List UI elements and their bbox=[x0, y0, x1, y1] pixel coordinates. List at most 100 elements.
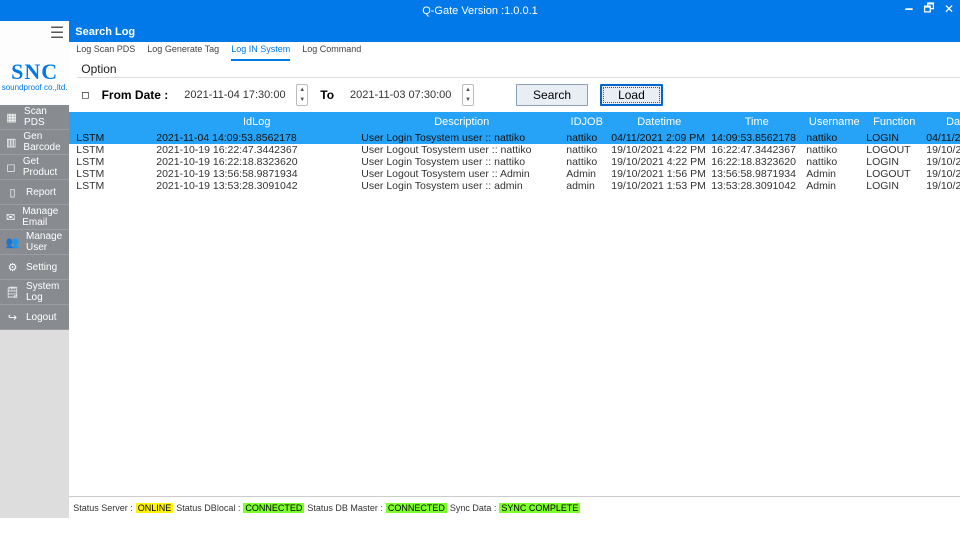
cell: 19/10/2021 1:56 PM bbox=[924, 168, 960, 180]
status-dblocal-value: CONNECTED bbox=[243, 503, 304, 513]
cell: Admin bbox=[804, 168, 864, 180]
cell: User Login Tosystem user :: nattiko bbox=[359, 156, 564, 168]
sidebar-item-report[interactable]: ▯ Report bbox=[0, 180, 69, 205]
table-body: LSTM2021-11-04 14:09:53.8562178User Logi… bbox=[69, 132, 960, 192]
cell: 2021-10-19 13:56:58.9871934 bbox=[154, 168, 359, 180]
tab-1[interactable]: Log Generate Tag bbox=[147, 44, 219, 61]
cell: LOGIN bbox=[864, 180, 924, 192]
from-date-label: From Date : bbox=[102, 88, 169, 102]
cell: LSTM bbox=[69, 180, 154, 192]
table-row[interactable]: LSTM2021-10-19 16:22:47.3442367User Logo… bbox=[69, 144, 960, 156]
cell: nattiko bbox=[564, 144, 609, 156]
status-server-value: ONLINE bbox=[136, 503, 174, 513]
sidebar-item-get-product[interactable]: ◻Get Product bbox=[0, 155, 69, 180]
cell: LOGOUT bbox=[864, 168, 924, 180]
cell: LSTM bbox=[69, 144, 154, 156]
cell: 19/10/2021 4:22 PM bbox=[609, 156, 709, 168]
gear-icon: ⚙ bbox=[6, 261, 19, 274]
status-server-label: Status Server : bbox=[73, 503, 133, 513]
cell: User Login Tosystem user :: admin bbox=[359, 180, 564, 192]
cell: 16:22:47.3442367 bbox=[709, 144, 804, 156]
col-description: Description bbox=[359, 116, 564, 128]
hamburger-icon[interactable]: ☰ bbox=[0, 21, 69, 45]
minimize-icon[interactable]: 🗕 bbox=[902, 2, 916, 16]
sidebar-item-label: System Log bbox=[26, 281, 63, 303]
sidebar-item-manage-user[interactable]: 👥 Manage User bbox=[0, 230, 69, 255]
cell: 16:22:18.8323620 bbox=[709, 156, 804, 168]
to-label: To bbox=[320, 88, 334, 102]
cell: 13:56:58.9871934 bbox=[709, 168, 804, 180]
from-date-spinner[interactable]: ▲▼ bbox=[296, 84, 308, 106]
cell: 2021-10-19 13:53:28.3091042 bbox=[154, 180, 359, 192]
brand-title: SNC bbox=[11, 59, 58, 85]
status-sync-value: SYNC COMPLETE bbox=[499, 503, 580, 513]
col-username: Username bbox=[804, 116, 864, 128]
cell: 19/10/2021 4:22 PM bbox=[924, 144, 960, 156]
close-icon[interactable]: ✕ bbox=[942, 2, 956, 16]
col-datecreate: DateCreate bbox=[924, 116, 960, 128]
table-row[interactable]: LSTM2021-10-19 16:22:18.8323620User Logi… bbox=[69, 156, 960, 168]
barcode-icon: ▥ bbox=[6, 136, 16, 149]
sidebar-item-label: Manage User bbox=[26, 231, 63, 253]
cell: Admin bbox=[564, 168, 609, 180]
col-idjob: IDJOB bbox=[564, 116, 609, 128]
sidebar-item-setting[interactable]: ⚙Setting bbox=[0, 255, 69, 280]
sidebar-item-scan-pds[interactable]: ▦Scan PDS bbox=[0, 105, 69, 130]
sidebar-item-label: Report bbox=[26, 187, 56, 198]
cell: 19/10/2021 1:53 PM bbox=[609, 180, 709, 192]
sidebar-item-manage-email[interactable]: ✉ Manage Email bbox=[0, 205, 69, 230]
col-datetime: Datetime bbox=[609, 116, 709, 128]
cell: 14:09:53.8562178 bbox=[709, 132, 804, 144]
from-date-checkbox[interactable]: ◻ bbox=[81, 90, 89, 101]
search-button[interactable]: Search bbox=[516, 84, 588, 106]
cell: admin bbox=[564, 180, 609, 192]
cell: LOGIN bbox=[864, 156, 924, 168]
cell: User Logout Tosystem user :: nattiko bbox=[359, 144, 564, 156]
app-title: Q-Gate Version :1.0.0.1 bbox=[422, 5, 538, 17]
status-dbmaster-value: CONNECTED bbox=[386, 503, 447, 513]
status-sync-label: Sync Data : bbox=[450, 503, 497, 513]
tab-3[interactable]: Log Command bbox=[302, 44, 361, 61]
col-idlog: IdLog bbox=[154, 116, 359, 128]
cell: nattiko bbox=[804, 144, 864, 156]
maximize-icon[interactable]: 🗗 bbox=[922, 2, 936, 16]
main-panel: Search Log Log Scan PDSLog Generate TagL… bbox=[69, 21, 960, 518]
cell: 04/11/2021 2:09 PM bbox=[924, 132, 960, 144]
col-time: Time bbox=[709, 116, 804, 128]
table-row[interactable]: LSTM2021-10-19 13:53:28.3091042User Logi… bbox=[69, 180, 960, 192]
cell: 19/10/2021 1:53 PM bbox=[924, 180, 960, 192]
cell: 2021-10-19 16:22:47.3442367 bbox=[154, 144, 359, 156]
col-function: Function bbox=[864, 116, 924, 128]
cell: 19/10/2021 1:56 PM bbox=[609, 168, 709, 180]
to-date-input[interactable] bbox=[346, 84, 461, 106]
box-icon: ◻ bbox=[6, 161, 16, 174]
doc-icon: ▯ bbox=[6, 186, 19, 199]
sidebar-item-gen-barcode[interactable]: ▥Gen Barcode bbox=[0, 130, 69, 155]
cell: User Login Tosystem user :: nattiko bbox=[359, 132, 564, 144]
table-header: IdLog Description IDJOB Datetime Time Us… bbox=[69, 112, 960, 132]
cell: LSTM bbox=[69, 132, 154, 144]
cell: 13:53:28.3091042 bbox=[709, 180, 804, 192]
from-date-input[interactable] bbox=[180, 84, 295, 106]
cell: nattiko bbox=[804, 156, 864, 168]
to-date-spinner[interactable]: ▲▼ bbox=[462, 84, 474, 106]
mail-icon: ✉ bbox=[6, 211, 15, 224]
filter-bar: ◻ From Date : ▲▼ To ▲▼ Search Load bbox=[69, 78, 960, 112]
sidebar: ☰ SNC soundproof co.,ltd. ▦Scan PDS▥Gen … bbox=[0, 21, 69, 518]
sidebar-item-logout[interactable]: ↪Logout bbox=[0, 305, 69, 330]
users-icon: 👥 bbox=[6, 236, 19, 249]
cell: 19/10/2021 4:22 PM bbox=[924, 156, 960, 168]
tab-2[interactable]: Log IN System bbox=[231, 44, 290, 61]
cell: 19/10/2021 4:22 PM bbox=[609, 144, 709, 156]
table-row[interactable]: LSTM2021-11-04 14:09:53.8562178User Logi… bbox=[69, 132, 960, 144]
grid-icon: ▦ bbox=[6, 111, 17, 124]
cell: nattiko bbox=[564, 132, 609, 144]
sidebar-item-label: Manage Email bbox=[22, 206, 63, 228]
load-button[interactable]: Load bbox=[600, 84, 663, 106]
table-row[interactable]: LSTM2021-10-19 13:56:58.9871934User Logo… bbox=[69, 168, 960, 180]
status-bar: Status Server : ONLINE Status DBlocal : … bbox=[69, 496, 960, 518]
clip-icon: 🗒 bbox=[6, 286, 19, 299]
sidebar-item-system-log[interactable]: 🗒 System Log bbox=[0, 280, 69, 305]
tab-0[interactable]: Log Scan PDS bbox=[76, 44, 135, 61]
titlebar: Q-Gate Version :1.0.0.1 🗕 🗗 ✕ bbox=[0, 0, 960, 21]
